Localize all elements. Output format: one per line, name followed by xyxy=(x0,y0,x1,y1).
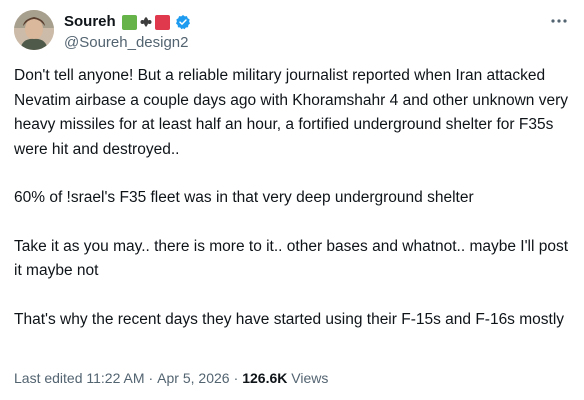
green-flag-icon xyxy=(121,14,137,30)
tweet-paragraph: 60% of !srael's F35 fleet was in that ve… xyxy=(14,189,474,206)
name-row: Soureh xyxy=(64,12,191,32)
verified-badge-icon[interactable] xyxy=(175,14,191,30)
handle[interactable]: @Soureh_design2 xyxy=(64,33,191,53)
red-flag-icon xyxy=(154,14,170,30)
emblem-icon xyxy=(140,16,152,27)
tweet-date[interactable]: Apr 5, 2026 xyxy=(157,370,229,386)
tweet-paragraph: Take it as you may.. there is more to it… xyxy=(14,237,569,280)
views-label: Views xyxy=(291,370,329,386)
tweet-text: Don't tell anyone! But a reliable milita… xyxy=(14,64,570,356)
display-name[interactable]: Soureh xyxy=(64,12,116,32)
avatar[interactable] xyxy=(14,10,54,50)
tweet-paragraph: That's why the recent days they have sta… xyxy=(14,310,565,328)
author-names: Soureh @Soureh_design2 xyxy=(64,12,191,53)
tweet-paragraph: Don't tell anyone! But a reliable milita… xyxy=(14,67,569,158)
tweet-meta: Last edited 11:22 AM · Apr 5, 2026 · 126.6K … xyxy=(14,368,328,388)
more-options-icon[interactable] xyxy=(550,16,568,26)
edited-timestamp[interactable]: Last edited 11:22 AM xyxy=(14,370,145,386)
tweet-header: Soureh @Soureh_design2 xyxy=(14,10,570,54)
meta-separator: · xyxy=(148,370,154,386)
avatar-image xyxy=(14,10,54,50)
views-count[interactable]: 126.6K xyxy=(242,370,287,386)
meta-separator: · xyxy=(233,370,239,386)
